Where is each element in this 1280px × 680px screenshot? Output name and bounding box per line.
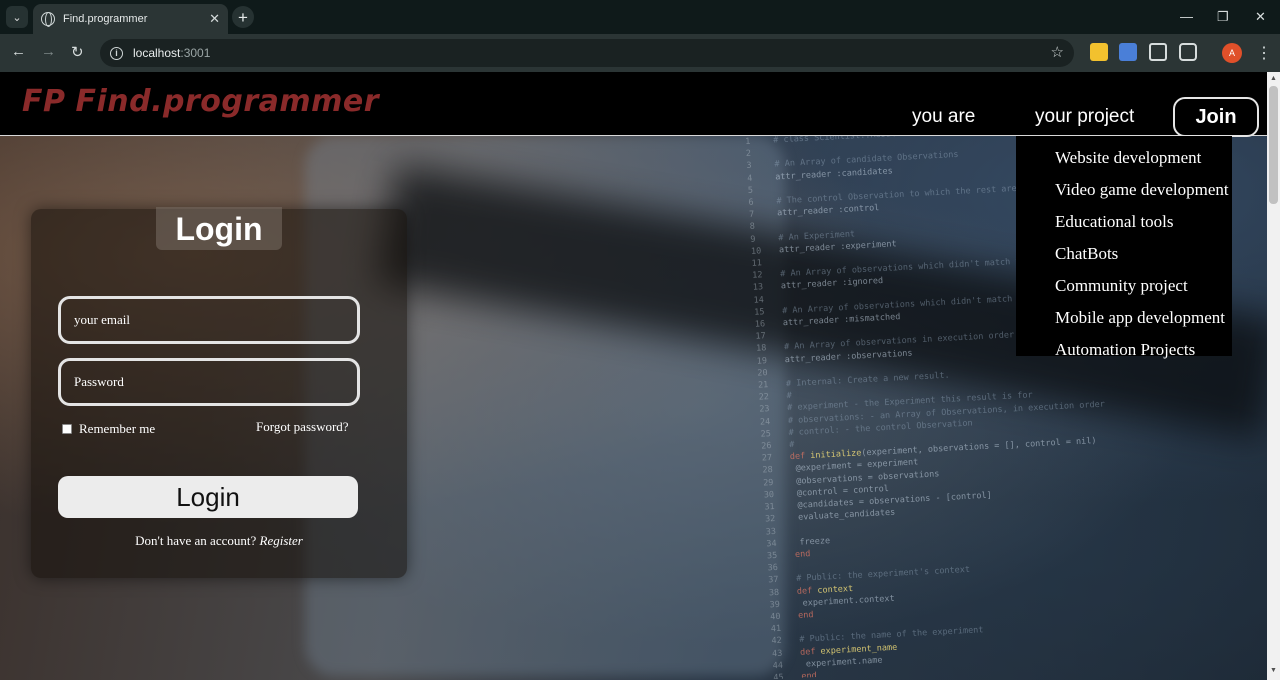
browser-toolbar: ← → ↻ i localhost:3001 ☆: [0, 34, 1280, 72]
no-account-text: Don't have an account?: [135, 533, 257, 548]
remember-me-label: Remember me: [79, 421, 156, 436]
dropdown-item-community[interactable]: Community project: [1016, 270, 1232, 302]
globe-icon: [41, 12, 55, 27]
login-title: Login: [156, 207, 282, 250]
forgot-password-link[interactable]: Forgot password?: [256, 419, 349, 435]
site-logo[interactable]: FP Find.programmer: [22, 84, 379, 119]
translate-extension-icon[interactable]: [1119, 43, 1137, 61]
login-button[interactable]: Login: [58, 476, 358, 518]
dropdown-item-video-game[interactable]: Video game development: [1016, 174, 1232, 206]
logo-text: Find.programmer: [75, 84, 380, 119]
logo-mark: FP: [22, 84, 66, 119]
close-window-icon[interactable]: ✕: [1255, 9, 1266, 25]
bookmark-star-icon[interactable]: ☆: [1051, 43, 1064, 61]
nav-your-project[interactable]: your project: [1035, 106, 1134, 128]
address-bar[interactable]: i localhost:3001 ☆: [100, 39, 1074, 67]
login-card: Login your email Password Remember me Fo…: [31, 207, 407, 578]
tab-search-chevron-icon[interactable]: ⌄: [6, 6, 28, 28]
remember-me-checkbox[interactable]: [62, 424, 72, 434]
dropdown-item-educational[interactable]: Educational tools: [1016, 206, 1232, 238]
new-tab-button[interactable]: +: [232, 6, 254, 28]
project-dropdown-menu: Website development Video game developme…: [1016, 136, 1232, 359]
close-tab-icon[interactable]: ✕: [209, 11, 220, 27]
tab-title: Find.programmer: [63, 13, 148, 25]
password-field[interactable]: Password: [58, 358, 360, 406]
dropdown-item-website[interactable]: Website development: [1016, 142, 1232, 174]
screen-extension-icon[interactable]: [1149, 43, 1167, 61]
maximize-icon[interactable]: ❐: [1217, 9, 1229, 25]
dropdown-item-mobile-app[interactable]: Mobile app development: [1016, 302, 1232, 334]
dropdown-item-chatbots[interactable]: ChatBots: [1016, 238, 1232, 270]
minimize-icon[interactable]: —: [1180, 9, 1193, 24]
join-button[interactable]: Join: [1173, 97, 1259, 137]
keep-extension-icon[interactable]: [1090, 43, 1108, 61]
scrollbar-thumb[interactable]: [1269, 86, 1278, 204]
site-header: FP Find.programmer you are your project J…: [0, 72, 1267, 137]
scroll-down-icon[interactable]: ▼: [1270, 667, 1277, 674]
forward-icon[interactable]: →: [41, 43, 56, 60]
site-info-icon[interactable]: i: [110, 46, 123, 60]
profile-avatar[interactable]: A: [1222, 43, 1242, 63]
url-port: :3001: [180, 46, 211, 60]
scroll-up-icon[interactable]: ▲: [1270, 75, 1277, 82]
browser-menu-icon[interactable]: ⋮: [1256, 43, 1272, 63]
dropdown-item-automation[interactable]: Automation Projects: [1016, 334, 1232, 366]
url-text: localhost:3001: [133, 46, 210, 60]
reload-icon[interactable]: ↻: [71, 43, 84, 61]
browser-tabstrip: ⌄ Find.programmer ✕ + — ❐ ✕: [0, 0, 1280, 34]
nav-you-are[interactable]: you are: [912, 106, 975, 128]
register-link[interactable]: Register: [260, 533, 303, 548]
extensions-puzzle-icon[interactable]: [1179, 43, 1197, 61]
browser-tab[interactable]: Find.programmer ✕: [33, 4, 228, 34]
remember-me[interactable]: Remember me: [62, 421, 155, 437]
url-host: localhost: [133, 46, 181, 60]
page-viewport: 1 # class Scientist::Result 2 3 # An Array…: [0, 72, 1267, 680]
back-icon[interactable]: ←: [11, 43, 26, 60]
page-scrollbar[interactable]: ▲ ▼: [1267, 72, 1280, 680]
register-prompt: Don't have an account? Register: [31, 533, 407, 549]
email-field[interactable]: your email: [58, 296, 360, 344]
